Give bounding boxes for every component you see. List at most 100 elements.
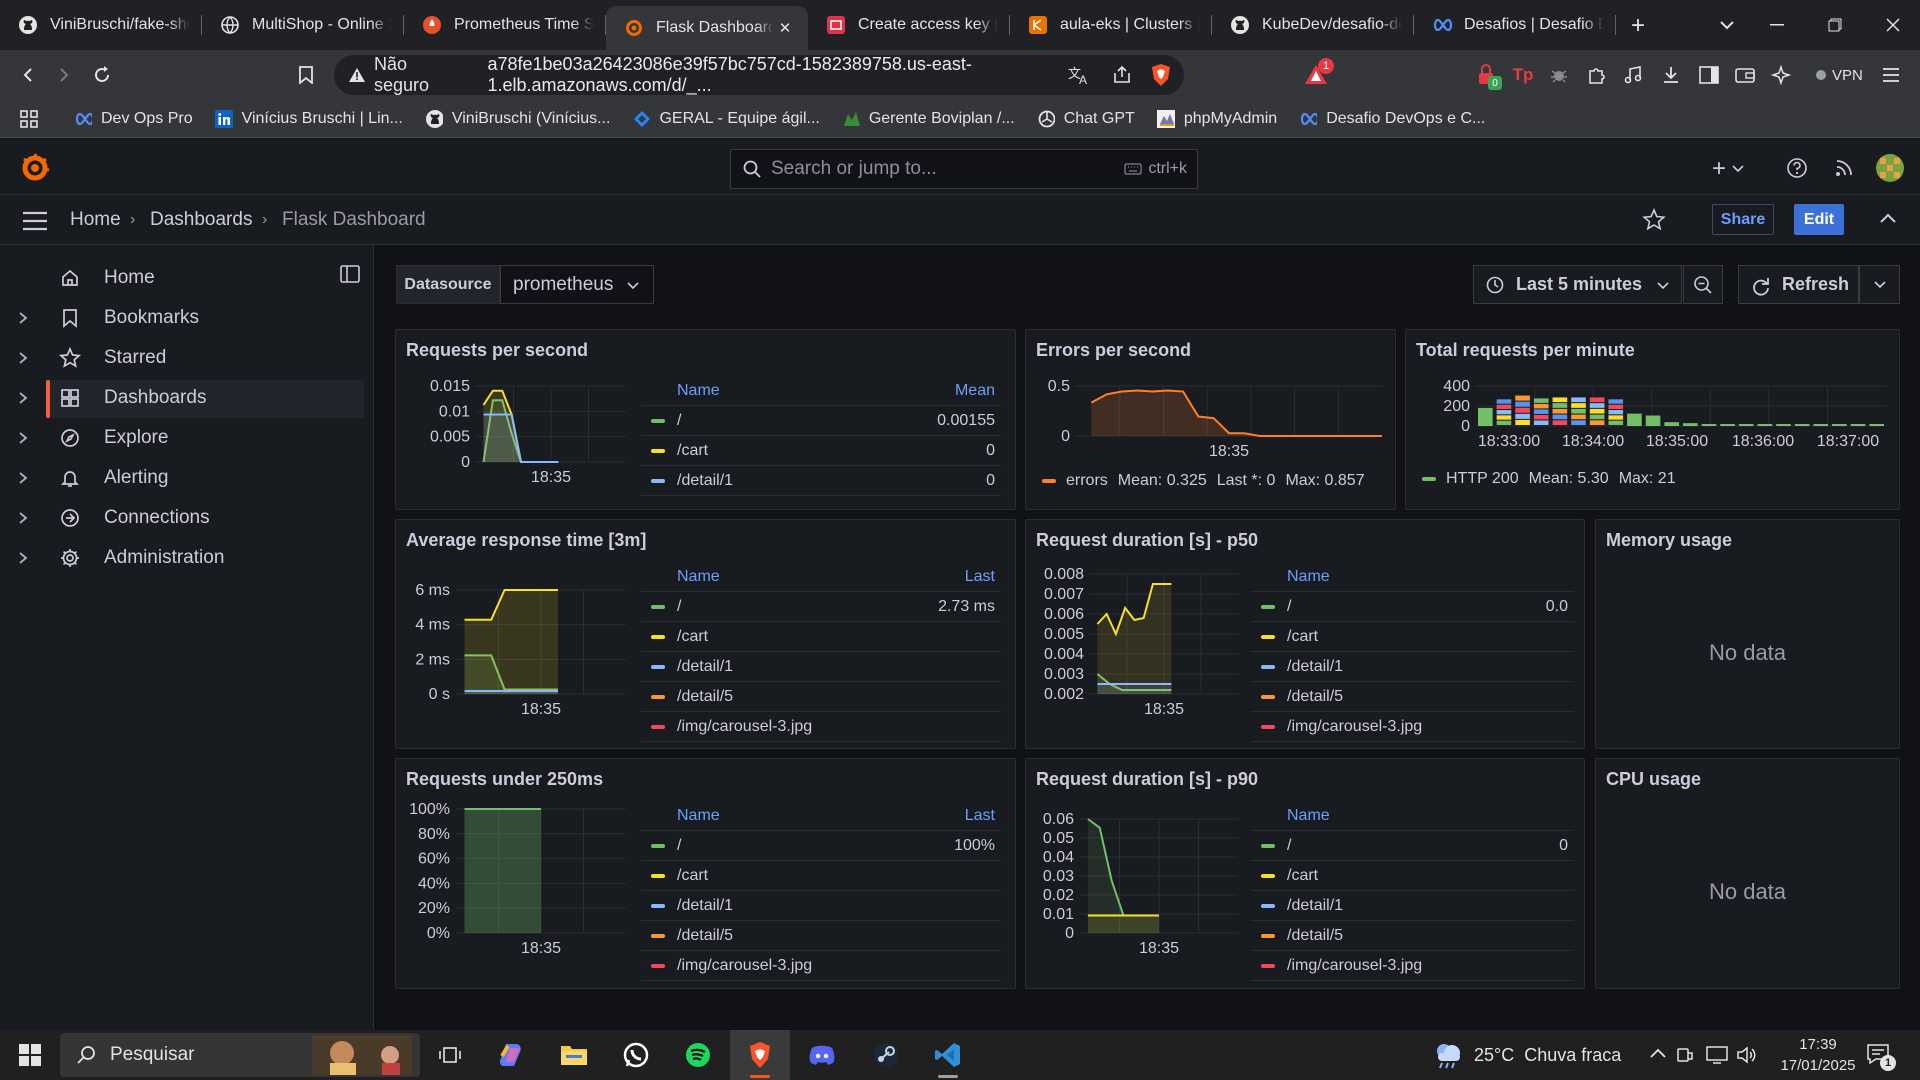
legend-row[interactable]: /cart <box>1251 622 1574 652</box>
chevron-right-icon[interactable] <box>18 351 32 365</box>
bookmark-item[interactable]: ViniBruschi (Vinícius... <box>425 110 610 128</box>
tray-device-icon[interactable] <box>1676 1045 1694 1065</box>
grafana-logo-icon[interactable] <box>20 153 50 183</box>
browser-tab[interactable]: Flask Dashboard - Dashboards✕ <box>606 6 808 50</box>
legend-row[interactable]: /cart <box>641 622 1001 652</box>
leo-ai-icon[interactable] <box>1768 62 1794 88</box>
new-tab-button[interactable]: + <box>1624 12 1652 40</box>
legend-col-value[interactable]: Mean <box>955 382 995 400</box>
panel-memory-usage[interactable]: Memory usage No data <box>1595 519 1900 749</box>
legend-row[interactable]: /img/carousel-3.jpg <box>641 951 1001 981</box>
menu-icon[interactable] <box>1878 62 1904 88</box>
add-new-button[interactable]: + <box>1712 155 1744 183</box>
reload-button[interactable] <box>84 57 120 93</box>
chart-request-duration-p90[interactable]: 0 0.01 0.02 0.03 0.04 0.05 0.06 18:35 <box>1026 799 1251 989</box>
panel-cpu-usage[interactable]: CPU usage No data <box>1595 758 1900 989</box>
legend-row[interactable]: /img/carousel-3.jpg <box>1251 712 1574 742</box>
wallet-icon[interactable] <box>1732 62 1758 88</box>
legend-series-name[interactable]: errors <box>1066 472 1108 490</box>
legend-row[interactable]: /cart 0 <box>641 436 1001 466</box>
legend-col-name[interactable]: Name <box>677 568 720 586</box>
back-button[interactable] <box>10 57 46 93</box>
legend-row[interactable]: /detail/5 <box>641 682 1001 712</box>
tab-search-chevron-icon[interactable] <box>1714 12 1740 38</box>
brave-shields-icon[interactable] <box>1150 63 1172 87</box>
help-icon[interactable] <box>1786 157 1808 179</box>
datasource-select[interactable]: prometheus <box>500 265 654 304</box>
legend-row[interactable]: /detail/1 0 <box>641 466 1001 496</box>
minimize-button[interactable] <box>1748 0 1806 50</box>
windows-start-icon[interactable] <box>0 1030 60 1080</box>
chevron-right-icon[interactable] <box>18 551 32 565</box>
extension-lock-icon[interactable]: 0 <box>1474 62 1502 90</box>
legend-row[interactable]: /img/carousel-3.jpg <box>1251 951 1574 981</box>
task-view-app[interactable] <box>420 1030 480 1080</box>
chevron-right-icon[interactable] <box>18 511 32 525</box>
forward-button[interactable] <box>46 57 82 93</box>
legend-col-name[interactable]: Name <box>677 807 720 825</box>
taskbar-search-box[interactable]: Pesquisar <box>60 1033 420 1077</box>
sidebar-item-home[interactable]: Home <box>0 258 374 298</box>
legend-row[interactable]: /detail/1 <box>641 891 1001 921</box>
star-dashboard-icon[interactable] <box>1642 208 1666 230</box>
sidebar-item-bookmarks[interactable]: Bookmarks <box>0 298 374 338</box>
legend-row[interactable]: /detail/5 <box>641 921 1001 951</box>
spotify-app[interactable] <box>668 1030 728 1080</box>
menu-toggle-icon[interactable] <box>22 211 48 231</box>
chevron-right-icon[interactable] <box>18 431 32 445</box>
bookmark-item[interactable]: Vinícius Bruschi | Lin... <box>214 109 403 128</box>
volume-icon[interactable] <box>1736 1045 1758 1065</box>
legend-row[interactable]: /detail/5 <box>1251 921 1574 951</box>
whatsapp-app[interactable] <box>606 1030 666 1080</box>
brave-app[interactable] <box>730 1030 790 1080</box>
user-avatar[interactable] <box>1876 154 1904 182</box>
chart-errors-per-second[interactable]: 0 0.5 18:35 <box>1026 376 1396 466</box>
legend-col-name[interactable]: Name <box>1287 807 1330 825</box>
chevron-right-icon[interactable] <box>18 391 32 405</box>
browser-tab[interactable]: Prometheus Time Series <box>404 0 606 50</box>
breadcrumb-dashboards[interactable]: Dashboards <box>150 209 252 231</box>
sidebar-toggle-icon[interactable] <box>1696 62 1722 88</box>
bookmark-page-icon[interactable] <box>288 57 324 93</box>
chart-requests-per-second[interactable]: 0 0.005 0.01 0.015 18:35 <box>396 376 641 496</box>
legend-row[interactable]: /detail/1 <box>1251 891 1574 921</box>
sidebar-item-explore[interactable]: Explore <box>0 418 374 458</box>
share-page-icon[interactable] <box>1112 65 1132 85</box>
network-icon[interactable] <box>1706 1046 1728 1064</box>
sidebar-item-starred[interactable]: Starred <box>0 338 374 378</box>
panel-requests-per-second[interactable]: Requests per second 0 0.005 0.01 0.015 18:35… <box>395 329 1016 510</box>
bookmark-item[interactable]: Desafio DevOps e C... <box>1299 110 1485 128</box>
chart-requests-under-250ms[interactable]: 0% 20% 40% 60% 80% 100% 18:35 <box>396 799 641 989</box>
tp-extension-icon[interactable]: Tp <box>1510 62 1536 88</box>
chart-request-duration-p50[interactable]: 0.002 0.003 0.004 0.005 0.006 0.007 0.008 18:35 <box>1026 560 1251 749</box>
share-button[interactable]: Share <box>1712 204 1774 235</box>
browser-tab[interactable]: Desafios | Desafio DevOps <box>1414 0 1616 50</box>
restore-button[interactable] <box>1806 0 1864 50</box>
legend-row[interactable]: / 2.73 ms <box>641 592 1001 622</box>
media-music-icon[interactable] <box>1620 62 1646 88</box>
weather-widget[interactable]: 25°C Chuva fraca <box>1432 1030 1621 1080</box>
sidebar-item-alerting[interactable]: Alerting <box>0 458 374 498</box>
panel-total-requests-per-minute[interactable]: Total requests per minute 0 200 400 18:33:0… <box>1405 329 1900 510</box>
clock[interactable]: 17:39 17/01/2025 <box>1776 1034 1860 1076</box>
legend-row[interactable]: /0 <box>1251 831 1574 861</box>
bookmark-item[interactable]: Chat GPT <box>1037 110 1135 128</box>
refresh-interval-dropdown[interactable] <box>1859 265 1900 304</box>
close-window-button[interactable] <box>1864 0 1920 50</box>
discord-app[interactable] <box>792 1030 852 1080</box>
tray-chevron-up-icon[interactable] <box>1650 1048 1666 1058</box>
legend-row[interactable]: /cart <box>1251 861 1574 891</box>
browser-tab[interactable]: Create access key | IAM <box>808 0 1010 50</box>
legend-row[interactable]: /detail/1 <box>1251 652 1574 682</box>
panel-request-duration-p50[interactable]: Request duration [s] - p50 0.002 0.003 0.0… <box>1025 519 1585 749</box>
security-status[interactable]: Não seguro <box>374 54 465 96</box>
vpn-button[interactable]: VPN <box>1808 62 1871 88</box>
legend-row[interactable]: / 0.0 <box>1251 592 1574 622</box>
legend-row[interactable]: / 0.00155 <box>641 406 1001 436</box>
zoom-out-button[interactable] <box>1683 265 1723 304</box>
grafana-search-input[interactable]: Search or jump to... ctrl+k <box>730 149 1198 189</box>
close-tab-icon[interactable]: ✕ <box>774 17 796 39</box>
downloads-icon[interactable] <box>1658 62 1684 88</box>
legend-series-name[interactable]: HTTP 200 <box>1446 470 1519 488</box>
sidebar-item-dashboards[interactable]: Dashboards <box>0 378 374 418</box>
